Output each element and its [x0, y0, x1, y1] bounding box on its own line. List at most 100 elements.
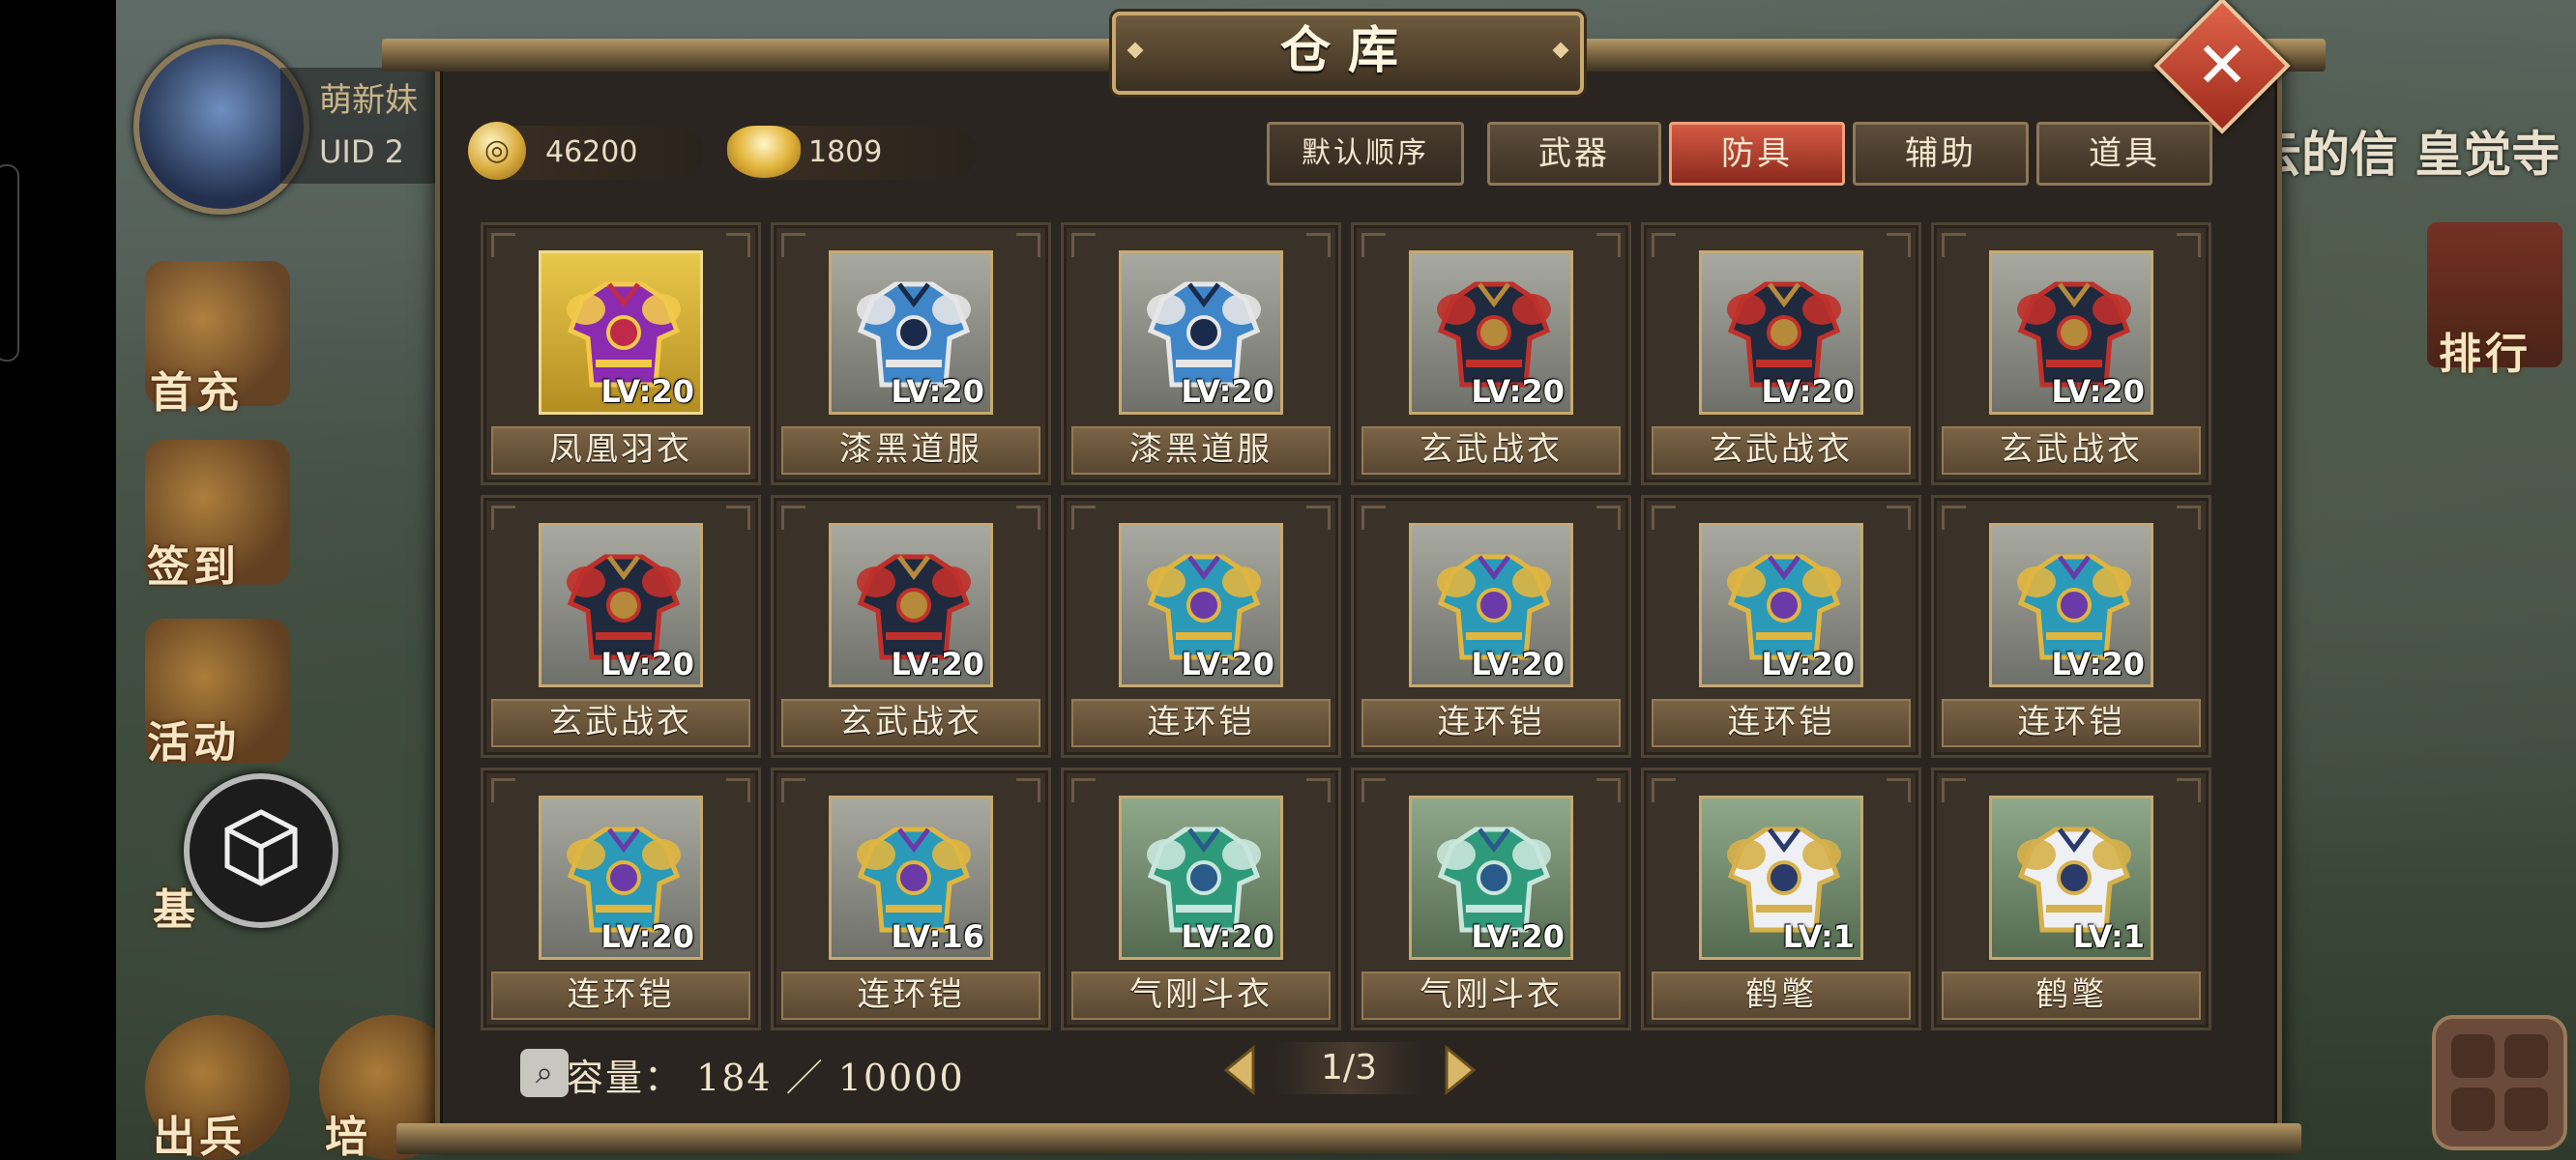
- slot-corner-ornament: [1942, 506, 1966, 530]
- tab-weapon[interactable]: 武器: [1487, 122, 1661, 186]
- slot-corner-ornament: [1942, 778, 1966, 802]
- bezel-notch: [0, 164, 19, 362]
- item-slot[interactable]: LV:20 连环铠: [481, 768, 761, 1030]
- item-slot[interactable]: LV:20 玄武战衣: [1641, 222, 1921, 485]
- item-name: 玄武战衣: [1652, 426, 1911, 475]
- crane-cloak-icon: LV:1: [1989, 796, 2153, 960]
- item-name: 连环铠: [491, 972, 750, 1020]
- item-name: 玄武战衣: [491, 699, 750, 747]
- ingot-icon: [727, 126, 801, 178]
- black-robe-icon: LV:20: [1119, 250, 1283, 415]
- item-name: 玄武战衣: [1361, 426, 1621, 475]
- item-level: LV:20: [1761, 373, 1855, 410]
- tab-assist[interactable]: 辅助: [1853, 122, 2029, 186]
- crane-cloak-icon: LV:1: [1699, 796, 1863, 960]
- item-slot[interactable]: LV:20 连环铠: [1061, 495, 1341, 758]
- item-level: LV:1: [1782, 918, 1855, 955]
- floating-assist-button[interactable]: [184, 773, 338, 928]
- xuanwu-armor-icon: LV:20: [539, 523, 703, 687]
- dispatch-label: 出兵: [153, 1113, 246, 1160]
- slot-corner-ornament: [1071, 233, 1096, 257]
- slot-corner-ornament: [1071, 778, 1096, 802]
- item-slot[interactable]: LV:1 鹤氅: [1931, 768, 2211, 1030]
- item-slot[interactable]: LV:20 气刚斗衣: [1061, 768, 1341, 1030]
- slot-corner-ornament: [1652, 506, 1676, 530]
- item-level: LV:20: [891, 646, 984, 682]
- slot-corner-ornament: [781, 506, 805, 530]
- item-level: LV:20: [2051, 646, 2145, 682]
- rank-label: 排行: [2439, 330, 2532, 379]
- item-slot[interactable]: LV:20 连环铠: [1931, 495, 2211, 758]
- panel-title: 仓库: [1279, 21, 1416, 80]
- item-name: 漆黑道服: [781, 426, 1040, 475]
- game-screen: 萌新妹 UID 2 首充 签到 活动 基 出兵 培 云的信 皇觉寺 排行 仓库 …: [0, 0, 2576, 1160]
- search-icon: ⌕: [536, 1054, 553, 1090]
- item-slot[interactable]: LV:20 连环铠: [1641, 495, 1921, 758]
- slot-corner-ornament: [1071, 506, 1096, 530]
- cube-icon: [224, 809, 298, 886]
- item-slot[interactable]: LV:20 玄武战衣: [481, 495, 761, 758]
- phoenix-robe-icon: LV:20: [539, 250, 703, 415]
- item-level: LV:20: [1471, 373, 1565, 410]
- item-slot[interactable]: LV:20 玄武战衣: [1931, 222, 2211, 485]
- slot-corner-ornament: [491, 778, 515, 802]
- item-level: LV:1: [2072, 918, 2145, 955]
- qigang-armor-icon: LV:20: [1409, 796, 1573, 960]
- item-slot[interactable]: LV:20 玄武战衣: [771, 495, 1051, 758]
- slot-corner-ornament: [1942, 233, 1966, 257]
- main-menu-button[interactable]: [2432, 1015, 2567, 1150]
- xuanwu-armor-icon: LV:20: [829, 523, 993, 687]
- item-name: 漆黑道服: [1071, 426, 1331, 475]
- slot-corner-ornament: [1887, 778, 1911, 802]
- title-ornament: [1127, 42, 1144, 59]
- item-name: 连环铠: [1361, 699, 1621, 747]
- slot-corner-ornament: [1361, 506, 1386, 530]
- slot-corner-ornament: [2177, 233, 2201, 257]
- slot-corner-ornament: [1596, 778, 1621, 802]
- title-ornament: [1552, 42, 1569, 59]
- item-level: LV:20: [1181, 373, 1274, 410]
- item-slot[interactable]: LV:16 连环铠: [771, 768, 1051, 1030]
- chain-armor-icon: LV:20: [1699, 523, 1863, 687]
- item-slot[interactable]: LV:20 凤凰羽衣: [481, 222, 761, 485]
- slot-corner-ornament: [1652, 778, 1676, 802]
- item-name: 连环铠: [1071, 699, 1331, 747]
- item-level: LV:16: [891, 918, 984, 955]
- sort-order-button[interactable]: 默认顺序: [1267, 122, 1464, 186]
- tab-armor[interactable]: 防具: [1669, 122, 1845, 186]
- item-name: 气刚斗衣: [1071, 972, 1331, 1020]
- item-level: LV:20: [1181, 646, 1274, 682]
- next-page-button[interactable]: [1441, 1044, 1479, 1096]
- slot-corner-ornament: [1596, 233, 1621, 257]
- item-name: 玄武战衣: [781, 699, 1040, 747]
- search-button[interactable]: ⌕: [520, 1049, 569, 1097]
- slot-corner-ornament: [1361, 778, 1386, 802]
- chain-armor-icon: LV:16: [829, 796, 993, 960]
- item-level: LV:20: [1471, 646, 1565, 682]
- slot-corner-ornament: [726, 233, 750, 257]
- item-slot[interactable]: LV:20 漆黑道服: [1061, 222, 1341, 485]
- item-slot[interactable]: LV:20 玄武战衣: [1351, 222, 1631, 485]
- item-slot[interactable]: LV:20 连环铠: [1351, 495, 1631, 758]
- tab-item[interactable]: 道具: [2036, 122, 2212, 186]
- slot-corner-ornament: [491, 233, 515, 257]
- coin-value: 46200: [545, 135, 638, 169]
- coin-balance: ◎ 46200: [468, 122, 704, 180]
- ingot-value: 1809: [808, 135, 883, 169]
- item-level: LV:20: [600, 373, 694, 410]
- first-recharge-label: 首充: [150, 368, 243, 418]
- item-slot[interactable]: LV:20 气刚斗衣: [1351, 768, 1631, 1030]
- slot-corner-ornament: [781, 233, 805, 257]
- ingot-balance: 1809: [727, 126, 977, 180]
- item-name: 鹤氅: [1652, 972, 1911, 1020]
- item-level: LV:20: [1471, 918, 1565, 955]
- item-name: 连环铠: [1652, 699, 1911, 747]
- slot-corner-ornament: [1361, 233, 1386, 257]
- previous-page-button[interactable]: [1220, 1044, 1259, 1096]
- item-slot[interactable]: LV:1 鹤氅: [1641, 768, 1921, 1030]
- xuanwu-armor-icon: LV:20: [1409, 250, 1573, 415]
- item-slot[interactable]: LV:20 漆黑道服: [771, 222, 1051, 485]
- train-label: 培: [325, 1113, 371, 1160]
- item-name: 连环铠: [1942, 699, 2201, 747]
- slot-corner-ornament: [1306, 233, 1331, 257]
